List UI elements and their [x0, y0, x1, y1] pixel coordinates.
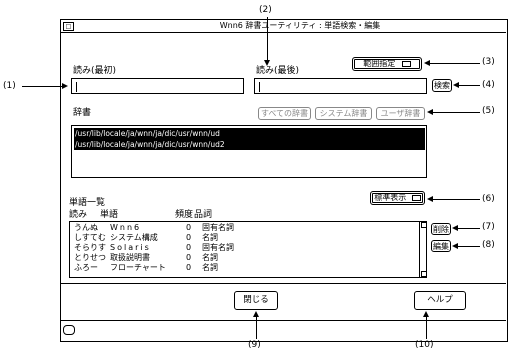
read-last-label: 読み(最後)	[256, 66, 300, 76]
word-text: Solaris	[110, 243, 151, 252]
callout-2: (2)	[259, 5, 272, 15]
callout-5-line	[433, 112, 480, 113]
toggle-indicator-icon	[411, 194, 421, 201]
arrow-right-icon	[62, 83, 68, 89]
callout-3: (3)	[482, 57, 495, 67]
callout-10: (10)	[415, 340, 434, 350]
word-frequency: 0	[186, 253, 192, 262]
range-button-label: 範囲指定	[363, 59, 396, 68]
window-menu-icon[interactable]: □	[63, 22, 74, 31]
callout-1: (1)	[3, 81, 16, 91]
callout-8: (8)	[482, 240, 495, 250]
close-button[interactable]: 閉じる	[234, 291, 278, 310]
word-pos: 固有名詞	[202, 243, 234, 252]
toggle-indicator-icon	[401, 60, 411, 67]
word-reading: うんぬ	[74, 223, 98, 232]
callout-7-line	[458, 228, 480, 229]
word-text: フローチャート	[110, 263, 166, 272]
user-dictionary-button[interactable]: ユーザ辞書	[376, 107, 425, 120]
system-dictionary-button[interactable]: システム辞書	[315, 107, 372, 120]
column-pos-header: 品詞	[194, 210, 213, 220]
callout-9: (9)	[248, 340, 261, 350]
callout-3-line	[430, 63, 480, 64]
word-list-row[interactable]: うんぬ Wnn6 0 固有名詞	[74, 223, 274, 233]
range-button[interactable]: 範囲指定	[352, 57, 422, 71]
word-pos: 名詞	[202, 263, 218, 272]
search-button[interactable]: 検索	[432, 79, 452, 92]
arrow-left-icon	[427, 196, 433, 202]
callout-1-line	[22, 86, 62, 87]
word-list-row[interactable]: ふろー フローチャート 0 名詞	[74, 263, 274, 273]
arrow-left-icon	[424, 60, 430, 66]
dictionary-list-item[interactable]: /usr/lib/locale/ja/wnn/ja/dic/usr/wnn/ud…	[74, 139, 425, 150]
word-reading: しすてむ	[74, 233, 106, 242]
scroll-down-icon[interactable]	[421, 271, 427, 277]
status-glyph-icon	[63, 325, 75, 335]
column-word-header: 単語	[100, 210, 119, 220]
word-list-scrollbar[interactable]	[419, 221, 427, 278]
word-frequency: 0	[186, 243, 192, 252]
arrow-left-icon	[427, 109, 433, 115]
text-cursor	[76, 82, 77, 92]
word-list-row[interactable]: そらりす Solaris 0 固有名詞	[74, 243, 274, 253]
word-pos: 名詞	[202, 253, 218, 262]
callout-9-line	[256, 317, 257, 339]
display-mode-button[interactable]: 標準表示	[370, 191, 425, 205]
arrow-left-icon	[453, 82, 459, 88]
word-reading: ふろー	[74, 263, 98, 272]
text-cursor	[259, 82, 260, 92]
read-last-input[interactable]	[254, 78, 427, 94]
dictionary-list[interactable]: /usr/lib/locale/ja/wnn/ja/dic/usr/wnn/ud…	[71, 125, 427, 178]
callout-5: (5)	[482, 106, 495, 116]
word-list-row[interactable]: しすてむ システム構成 0 名詞	[74, 233, 274, 243]
callout-6: (6)	[482, 194, 495, 204]
word-pos: 名詞	[202, 233, 218, 242]
word-frequency: 0	[186, 263, 192, 272]
word-list-row[interactable]: とりせつ 取扱説明書 0 名詞	[74, 253, 274, 263]
arrow-left-icon	[452, 243, 458, 249]
dictionary-list-item[interactable]: /usr/lib/locale/ja/wnn/ja/dic/usr/wnn/ud	[74, 128, 425, 139]
column-reading-header: 読み	[69, 210, 88, 220]
display-mode-label: 標準表示	[374, 193, 407, 202]
word-reading: とりせつ	[74, 253, 106, 262]
help-button[interactable]: ヘルプ	[414, 291, 466, 310]
callout-4: (4)	[482, 80, 495, 90]
delete-button[interactable]: 削除	[431, 223, 451, 235]
window-title: Wnn6 辞書ユーティリティ : 単語検索・編集	[219, 21, 381, 30]
word-text: 取扱説明書	[110, 253, 150, 262]
word-frequency: 0	[186, 223, 192, 232]
arrow-up-icon	[253, 311, 259, 317]
dictionary-label: 辞書	[73, 108, 92, 118]
all-dictionaries-button[interactable]: すべての辞書	[258, 107, 311, 120]
wordlist-label: 単語一覧	[69, 198, 106, 208]
status-divider	[61, 320, 506, 321]
word-pos: 固有名詞	[202, 223, 234, 232]
callout-10-line	[426, 317, 427, 339]
word-list[interactable]: うんぬ Wnn6 0 固有名詞 しすてむ システム構成 0 名詞 そらりす So…	[69, 221, 427, 278]
footer-divider	[61, 283, 506, 284]
callout-8-line	[458, 246, 480, 247]
column-frequency-header: 頻度	[175, 210, 194, 220]
read-first-input[interactable]	[71, 78, 244, 94]
word-text: システム構成	[110, 233, 158, 242]
arrow-up-icon	[423, 311, 429, 317]
read-first-label: 読み(最初)	[73, 66, 117, 76]
word-text: Wnn6	[110, 223, 142, 232]
scroll-up-icon[interactable]	[421, 222, 427, 228]
wordlist-header: 読み 単語 頻度 品詞	[69, 210, 229, 221]
callout-2-line	[267, 17, 268, 61]
callout-4-line	[459, 85, 480, 86]
arrow-left-icon	[452, 225, 458, 231]
arrow-down-icon	[264, 60, 270, 66]
callout-7: (7)	[482, 222, 495, 232]
word-frequency: 0	[186, 233, 192, 242]
word-reading: そらりす	[74, 243, 106, 252]
callout-6-line	[433, 199, 480, 200]
edit-button[interactable]: 編集	[431, 240, 451, 252]
